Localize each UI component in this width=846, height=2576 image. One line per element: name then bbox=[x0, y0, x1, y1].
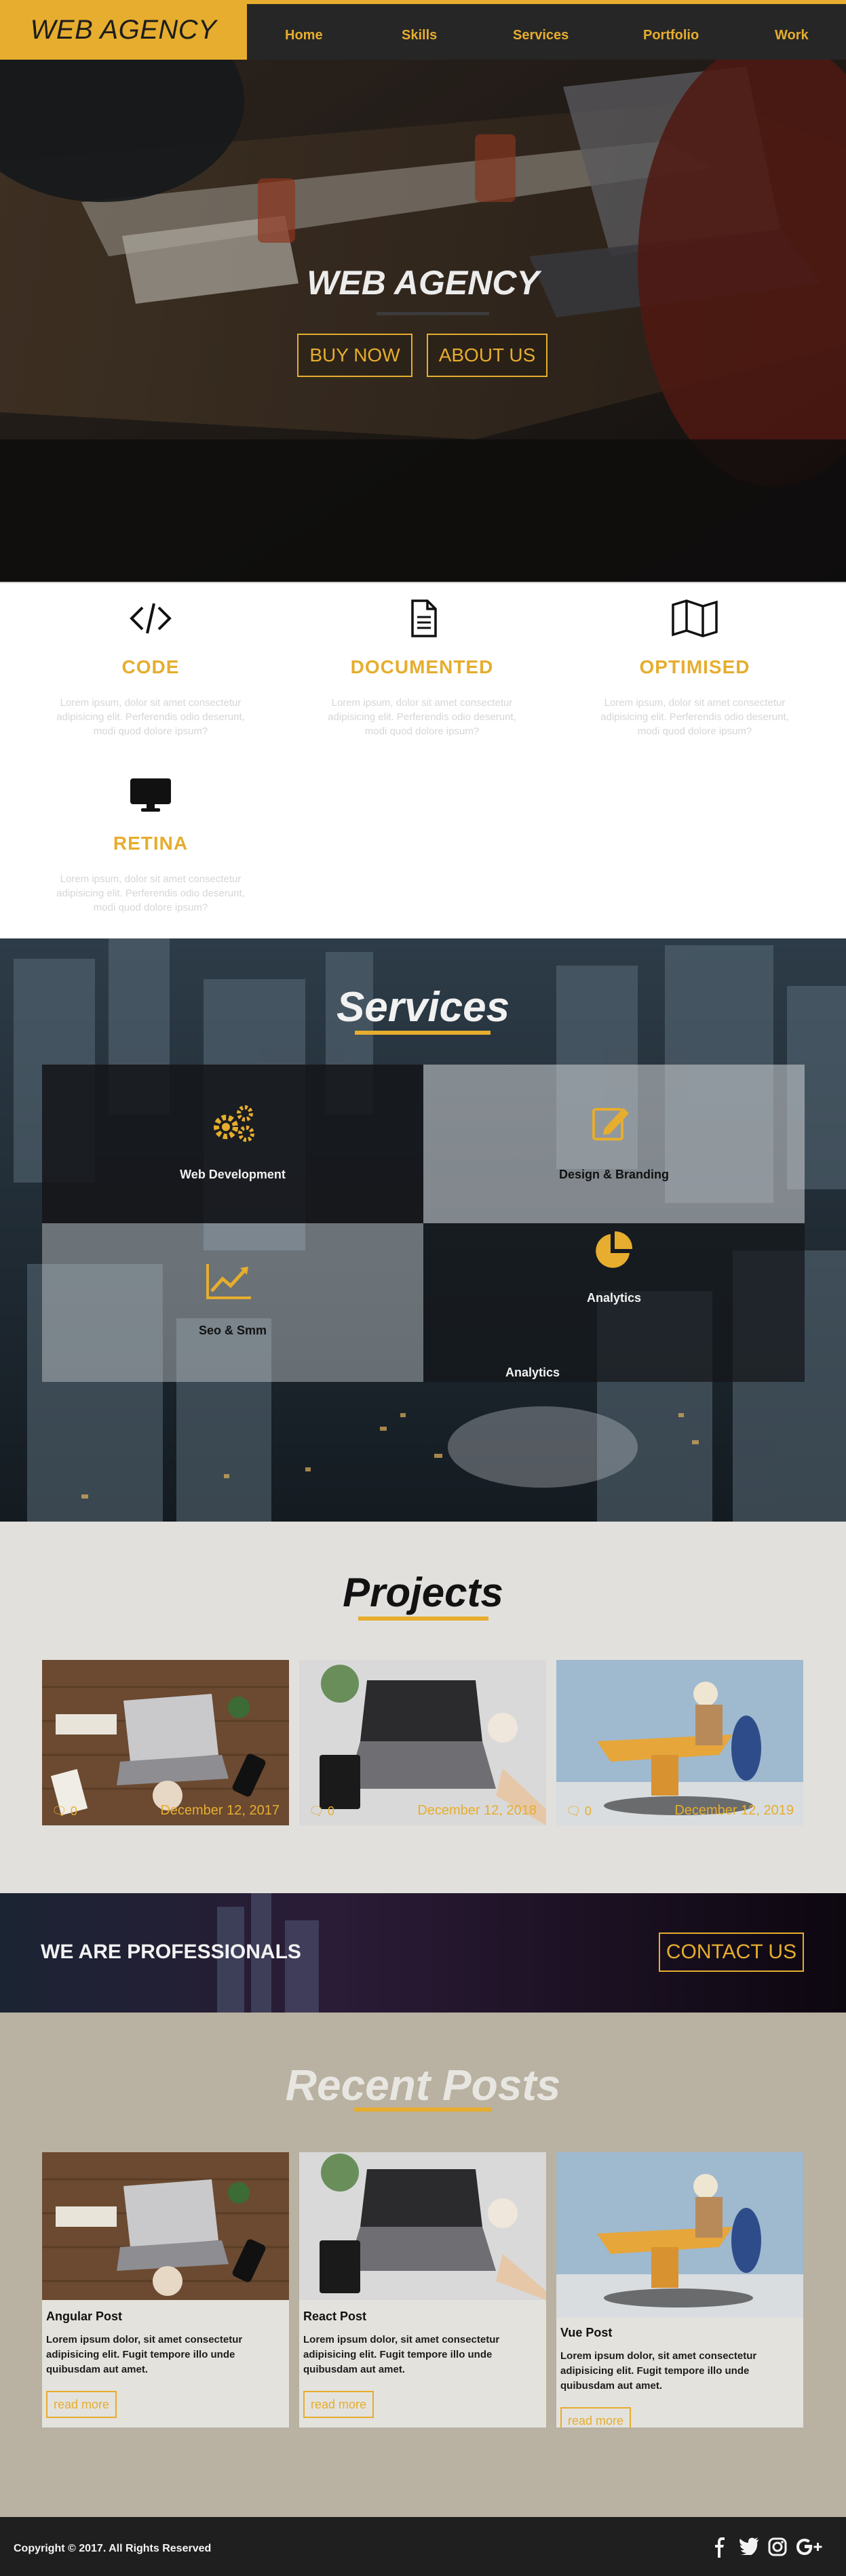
service-analytics[interactable]: Analytics Analytics bbox=[423, 1223, 805, 1382]
about-us-button[interactable]: ABOUT US bbox=[427, 334, 547, 377]
nav-item-work[interactable]: Work bbox=[775, 28, 809, 43]
comment-icon: 🗨 bbox=[566, 1804, 581, 1818]
comment-number: 0 bbox=[584, 1804, 592, 1818]
services-title-underline bbox=[355, 1031, 491, 1035]
comment-icon: 🗨 bbox=[309, 1804, 324, 1818]
post-excerpt: Lorem ipsum dolor, sit amet consectetur … bbox=[560, 2350, 757, 2392]
professionals-heading: WE ARE PROFESSIONALS bbox=[41, 1941, 301, 1963]
document-icon bbox=[411, 599, 437, 637]
code-icon bbox=[130, 603, 172, 634]
gears-icon bbox=[214, 1105, 254, 1142]
hero-section: WEB AGENCY BUY NOW ABOUT US bbox=[0, 60, 846, 583]
service-design-branding[interactable]: Design & Branding bbox=[423, 1065, 805, 1223]
nav-item-skills[interactable]: Skills bbox=[402, 28, 437, 43]
recent-posts-underline bbox=[354, 2107, 491, 2112]
comment-number: 0 bbox=[327, 1804, 334, 1818]
desktop-icon bbox=[130, 778, 171, 812]
projects-title-underline bbox=[358, 1617, 488, 1621]
service-label: Analytics bbox=[586, 1291, 642, 1305]
service-label: Web Development bbox=[180, 1168, 286, 1181]
facebook-icon[interactable] bbox=[714, 2537, 726, 2558]
service-seo-smm[interactable]: Seo & Smm bbox=[42, 1223, 423, 1382]
line-chart-icon bbox=[206, 1264, 251, 1299]
project-date: December 12, 2017 bbox=[160, 1803, 280, 1818]
recent-posts-title: Recent Posts bbox=[285, 2061, 561, 2109]
project-image bbox=[42, 1660, 289, 1825]
contact-us-button[interactable]: CONTACT US bbox=[659, 1933, 804, 1972]
post-image bbox=[299, 2152, 546, 2300]
project-meta: 🗨 0 December 12, 2017 bbox=[42, 1802, 289, 1819]
projects-title: Projects bbox=[343, 1570, 503, 1615]
project-image bbox=[556, 1660, 803, 1825]
project-card[interactable]: 🗨 0 December 12, 2017 bbox=[42, 1660, 289, 1825]
project-meta: 🗨 0 December 12, 2019 bbox=[556, 1802, 803, 1819]
project-date: December 12, 2018 bbox=[417, 1803, 537, 1818]
professionals-banner: WE ARE PROFESSIONALS CONTACT US bbox=[0, 1893, 846, 2013]
comment-icon: 🗨 bbox=[52, 1804, 67, 1818]
features-section: CODE Lorem ipsum, dolor sit amet consect… bbox=[0, 583, 846, 938]
recent-posts-section: Recent Posts Angular Post Lorem ipsum do… bbox=[0, 2013, 846, 2517]
project-image bbox=[299, 1660, 546, 1825]
comment-number: 0 bbox=[70, 1804, 77, 1818]
edit-icon bbox=[592, 1108, 629, 1141]
projects-section: Projects 🗨 0 December 12, 2017 🗨 0 Decem… bbox=[0, 1522, 846, 1893]
read-more-button[interactable]: read more bbox=[46, 2391, 117, 2418]
hero-overlay bbox=[0, 60, 846, 583]
post-card: Angular Post Lorem ipsum dolor, sit amet… bbox=[42, 2152, 289, 2428]
feature-title: CODE bbox=[121, 656, 180, 677]
feature-title: RETINA bbox=[113, 833, 189, 854]
feature-title: OPTIMISED bbox=[639, 656, 750, 677]
twitter-icon[interactable] bbox=[738, 2537, 758, 2555]
comment-count[interactable]: 🗨 0 bbox=[566, 1804, 592, 1819]
post-image bbox=[556, 2152, 803, 2318]
services-title: Services bbox=[336, 984, 510, 1031]
nav-item-home[interactable]: Home bbox=[285, 28, 323, 43]
feature-text: Lorem ipsum, dolor sit amet consectetur … bbox=[600, 697, 789, 737]
nav-item-portfolio[interactable]: Portfolio bbox=[643, 28, 699, 43]
read-more-button[interactable]: read more bbox=[303, 2391, 374, 2418]
post-title[interactable]: React Post bbox=[303, 2310, 366, 2324]
map-icon bbox=[672, 599, 718, 637]
logo-text: WEB AGENCY bbox=[30, 14, 217, 45]
post-title[interactable]: Vue Post bbox=[560, 2326, 612, 2340]
post-title[interactable]: Angular Post bbox=[46, 2310, 122, 2324]
google-plus-icon[interactable] bbox=[796, 2537, 825, 2556]
service-web-development[interactable]: Web Development bbox=[42, 1065, 423, 1223]
project-meta: 🗨 0 December 12, 2018 bbox=[299, 1802, 546, 1819]
hero-title-underline bbox=[377, 312, 489, 315]
post-excerpt: Lorem ipsum dolor, sit amet consectetur … bbox=[303, 2334, 500, 2375]
comment-count[interactable]: 🗨 0 bbox=[309, 1804, 334, 1819]
hero-title: WEB AGENCY bbox=[307, 264, 539, 302]
instagram-icon[interactable] bbox=[768, 2537, 787, 2556]
buy-now-button[interactable]: BUY NOW bbox=[297, 334, 412, 377]
post-image bbox=[42, 2152, 289, 2300]
project-card[interactable]: 🗨 0 December 12, 2018 bbox=[299, 1660, 546, 1825]
post-excerpt: Lorem ipsum dolor, sit amet consectetur … bbox=[46, 2334, 243, 2375]
pie-chart-icon bbox=[596, 1231, 633, 1268]
feature-text: Lorem ipsum, dolor sit amet consectetur … bbox=[328, 697, 516, 737]
project-date: December 12, 2019 bbox=[674, 1803, 794, 1818]
feature-text: Lorem ipsum, dolor sit amet consectetur … bbox=[56, 697, 245, 737]
feature-code: CODE Lorem ipsum, dolor sit amet consect… bbox=[42, 599, 259, 738]
service-label: Seo & Smm bbox=[198, 1324, 267, 1337]
feature-text: Lorem ipsum, dolor sit amet consectetur … bbox=[56, 873, 245, 913]
comment-count[interactable]: 🗨 0 bbox=[52, 1804, 77, 1819]
nav-menu: Home Skills Services Portfolio Work bbox=[247, 4, 846, 60]
feature-documented: DOCUMENTED Lorem ipsum, dolor sit amet c… bbox=[313, 599, 531, 738]
feature-optimised: OPTIMISED Lorem ipsum, dolor sit amet co… bbox=[586, 599, 803, 738]
project-card[interactable]: 🗨 0 December 12, 2019 bbox=[556, 1660, 803, 1825]
feature-retina: RETINA Lorem ipsum, dolor sit amet conse… bbox=[42, 776, 259, 915]
top-navbar: WEB AGENCY Home Skills Services Portfoli… bbox=[0, 0, 846, 60]
feature-title: DOCUMENTED bbox=[350, 656, 494, 677]
copyright-text: Copyright © 2017. All Rights Reserved bbox=[14, 2543, 212, 2554]
post-card: React Post Lorem ipsum dolor, sit amet c… bbox=[299, 2152, 546, 2428]
post-card: Vue Post Lorem ipsum dolor, sit amet con… bbox=[556, 2152, 803, 2428]
service-label-analytics-secondary: Analytics bbox=[505, 1366, 560, 1379]
services-section: Services Web Development Design & Brandi… bbox=[0, 938, 846, 1522]
read-more-button[interactable]: read more bbox=[560, 2407, 631, 2428]
nav-item-services[interactable]: Services bbox=[513, 28, 569, 43]
logo[interactable]: WEB AGENCY bbox=[0, 0, 247, 60]
footer: Copyright © 2017. All Rights Reserved bbox=[0, 2517, 846, 2576]
service-label: Design & Branding bbox=[558, 1168, 669, 1181]
